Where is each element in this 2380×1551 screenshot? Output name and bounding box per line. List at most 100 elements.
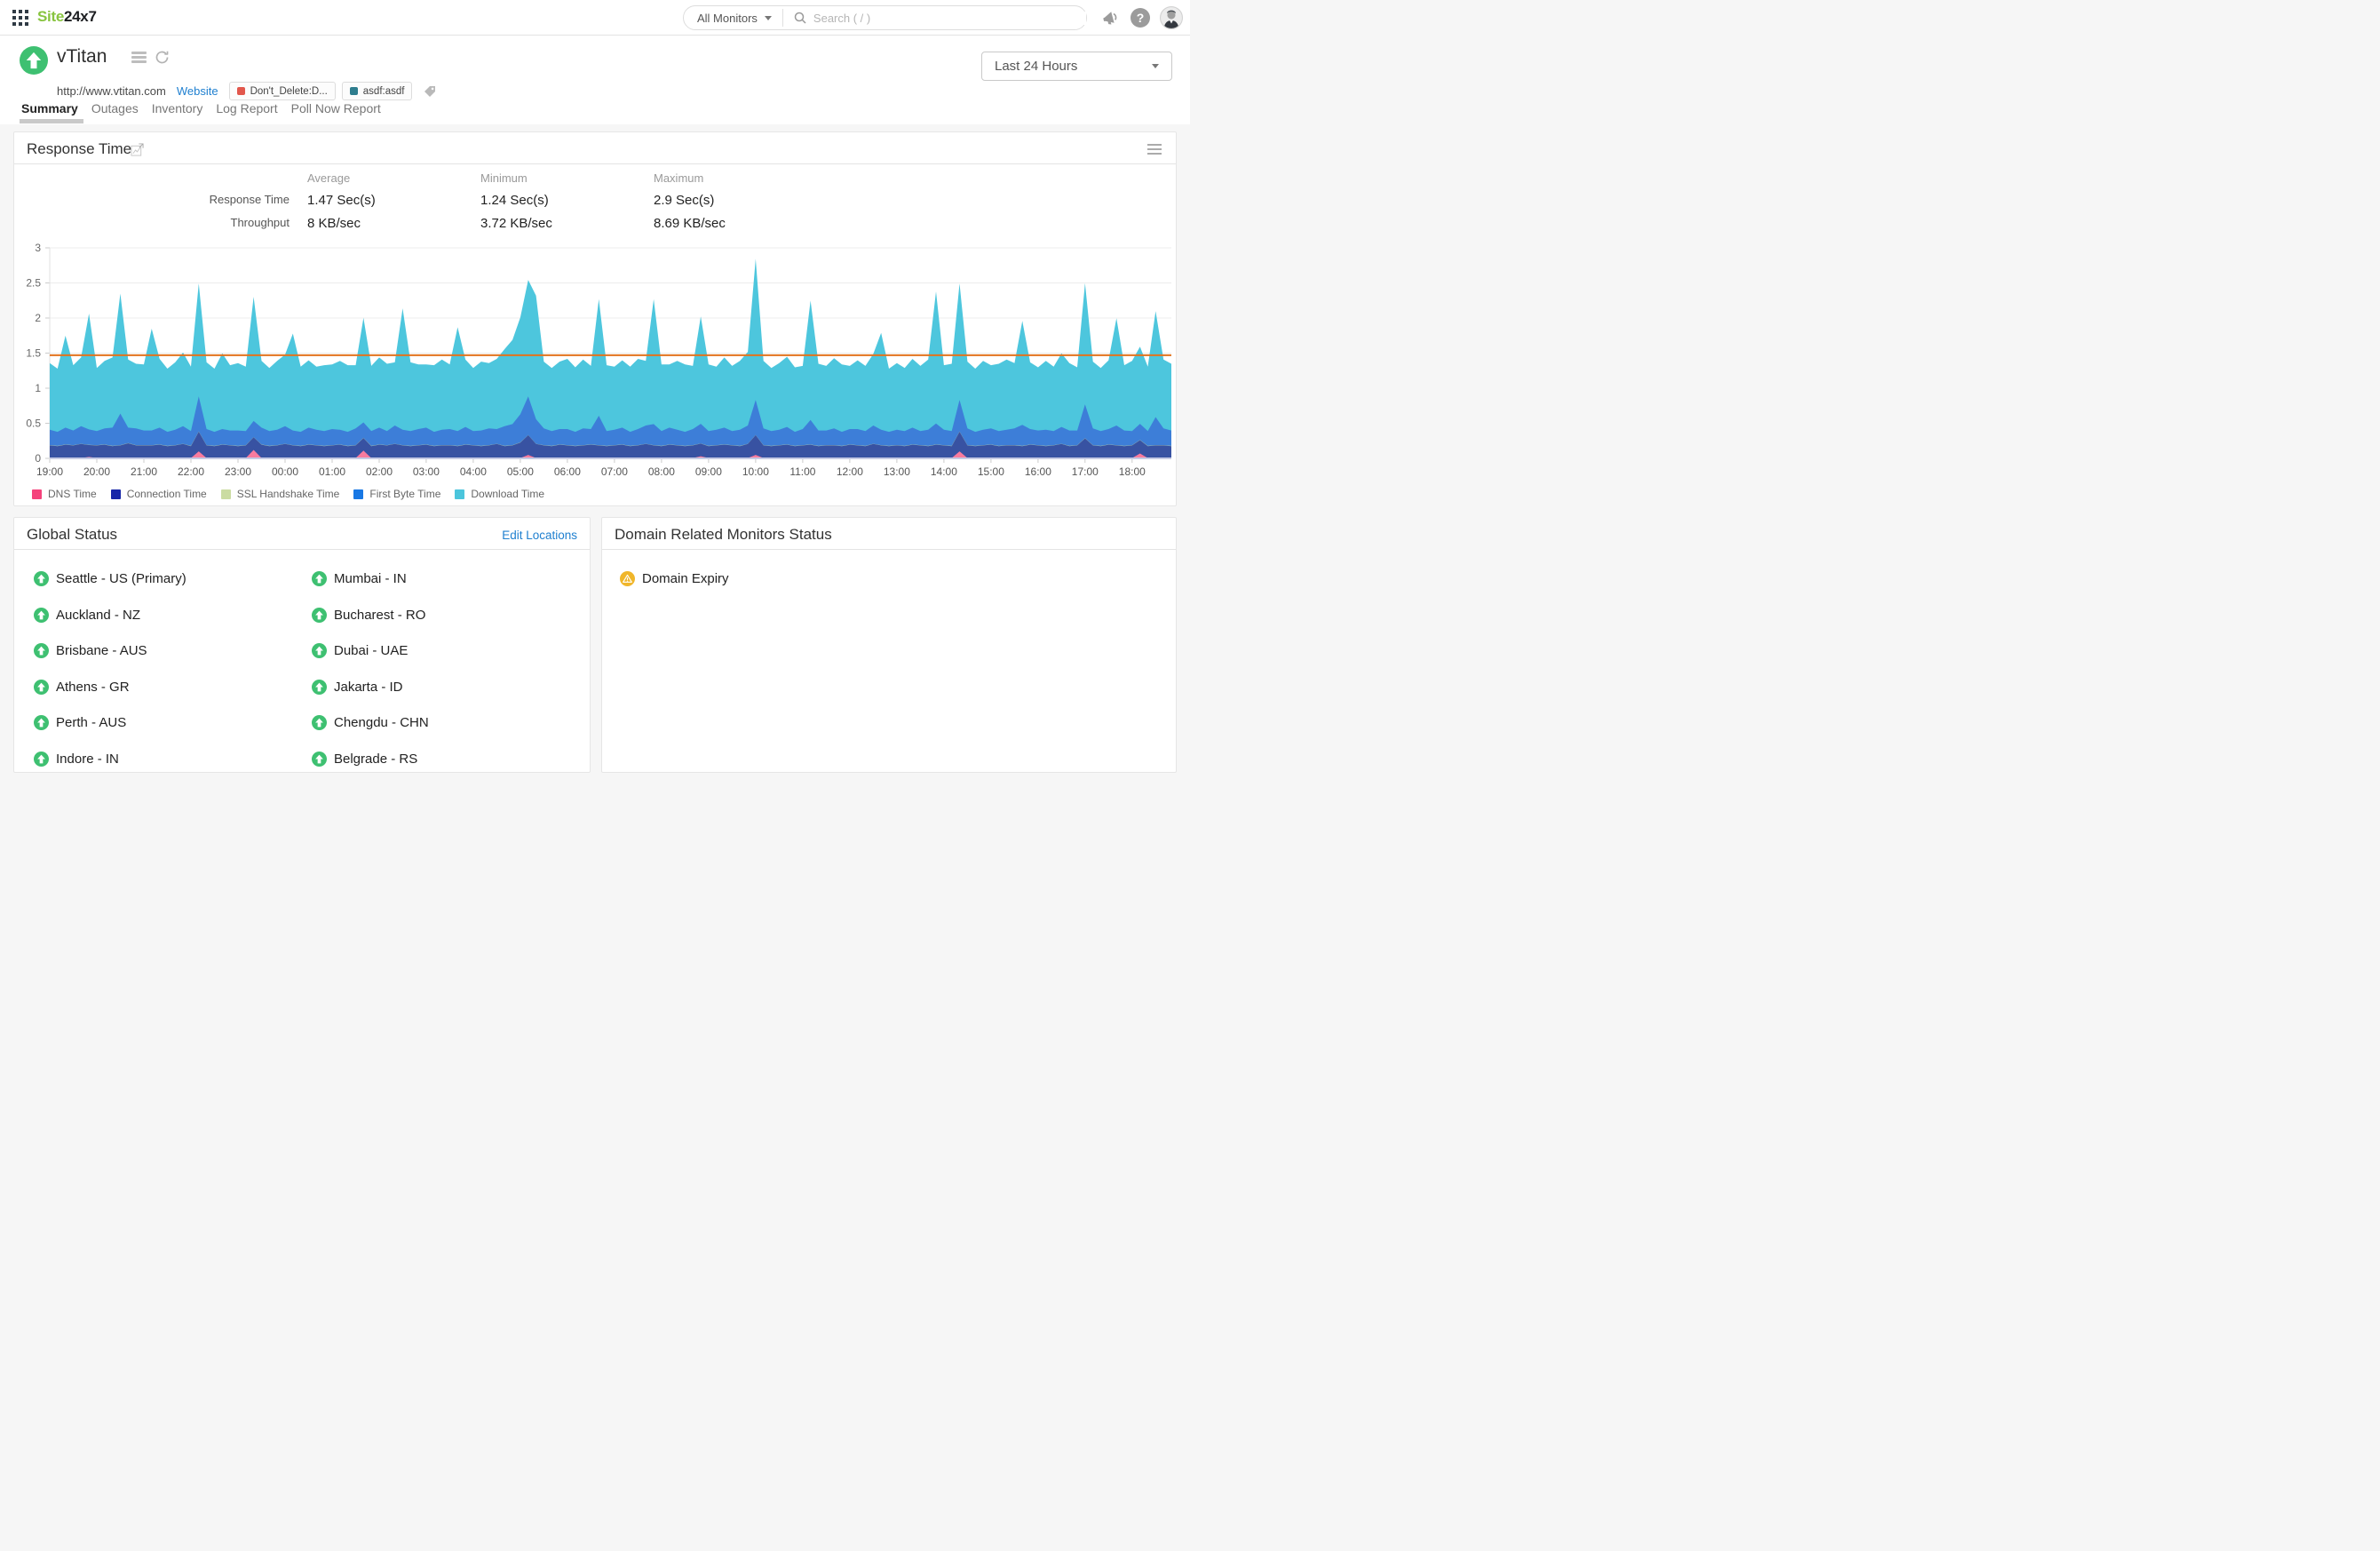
stats-col-header: Maximum: [636, 171, 809, 185]
topbar: Site24x7 All Monitors ?: [0, 0, 1190, 36]
x-axis-tick-label: 19:00: [36, 465, 63, 478]
tab-bar: Summary Outages Inventory Log Report Poll No…: [21, 101, 394, 123]
location-label: Belgrade - RS: [334, 752, 417, 767]
global-search-bar: All Monitors: [683, 5, 1087, 30]
x-axis-tick-label: 17:00: [1072, 465, 1099, 478]
location-label: Bucharest - RO: [334, 608, 425, 623]
help-icon[interactable]: ?: [1130, 7, 1151, 28]
chevron-down-icon: [765, 16, 772, 20]
x-axis-tick-label: 23:00: [225, 465, 251, 478]
x-axis-tick-label: 03:00: [413, 465, 440, 478]
location-label: Auckland - NZ: [56, 608, 140, 623]
x-axis-tick-label: 15:00: [978, 465, 1004, 478]
search-icon: [794, 12, 806, 24]
location-label: Seattle - US (Primary): [56, 571, 186, 586]
location-item[interactable]: Bucharest - RO: [312, 608, 429, 623]
monitor-filter-dropdown[interactable]: All Monitors: [684, 6, 782, 29]
legend-item-ssl-handshake-time[interactable]: SSL Handshake Time: [221, 488, 340, 500]
status-up-icon: [312, 571, 327, 586]
x-axis-tick-label: 13:00: [884, 465, 910, 478]
time-range-select[interactable]: Last 24 Hours: [981, 52, 1172, 81]
x-axis-tick-label: 02:00: [366, 465, 393, 478]
user-avatar[interactable]: [1160, 6, 1183, 29]
status-up-icon: [34, 715, 49, 730]
tab-summary[interactable]: Summary: [21, 101, 78, 123]
x-axis-tick-label: 22:00: [178, 465, 204, 478]
x-axis-tick-label: 11:00: [789, 465, 815, 478]
monitor-url: http://www.vtitan.com: [57, 84, 166, 98]
x-axis-tick-label: 05:00: [507, 465, 534, 478]
x-axis-tick-label: 06:00: [554, 465, 581, 478]
y-axis-tick-label: 0.5: [26, 418, 41, 430]
legend-item-download-time[interactable]: Download Time: [455, 488, 544, 500]
status-up-icon: [312, 752, 327, 767]
location-item[interactable]: Athens - GR: [34, 680, 186, 695]
edit-locations-link[interactable]: Edit Locations: [502, 529, 577, 542]
locations-column-1: Seattle - US (Primary) Auckland - NZ Brisb…: [34, 571, 186, 787]
location-item[interactable]: Brisbane - AUS: [34, 643, 186, 658]
announcements-icon[interactable]: [1100, 7, 1122, 28]
location-item[interactable]: Dubai - UAE: [312, 643, 429, 658]
location-item[interactable]: Mumbai - IN: [312, 571, 429, 586]
legend-item-connection-time[interactable]: Connection Time: [111, 488, 207, 500]
legend-item-first-byte-time[interactable]: First Byte Time: [353, 488, 440, 500]
stats-row-label: Response Time: [67, 193, 290, 208]
locations-column-2: Mumbai - IN Bucharest - RO Dubai - UAE Jaka…: [312, 571, 429, 787]
response-time-header: Response Time: [14, 132, 1176, 164]
location-label: Domain Expiry: [642, 571, 729, 586]
tab-poll-now-report[interactable]: Poll Now Report: [291, 101, 381, 123]
legend-swatch: [111, 489, 121, 499]
x-axis-tick-label: 12:00: [837, 465, 863, 478]
app-grid-icon[interactable]: [12, 10, 28, 26]
location-item[interactable]: Indore - IN: [34, 752, 186, 767]
tab-inventory[interactable]: Inventory: [152, 101, 203, 123]
domain-monitors-panel: Domain Related Monitors Status Domain Ex…: [601, 517, 1177, 773]
monitor-tag[interactable]: Don't_Delete:D...: [229, 82, 336, 100]
stats-col-header: Average: [290, 171, 463, 185]
search-input[interactable]: [813, 12, 1086, 25]
stats-value: 8.69 KB/sec: [636, 216, 809, 231]
tab-outages[interactable]: Outages: [91, 101, 139, 123]
legend-swatch: [455, 489, 464, 499]
location-item[interactable]: Domain Expiry: [620, 571, 729, 586]
expand-chart-icon[interactable]: [131, 143, 144, 156]
status-up-icon: [20, 46, 48, 75]
location-item[interactable]: Perth - AUS: [34, 715, 186, 730]
location-item[interactable]: Chengdu - CHN: [312, 715, 429, 730]
response-time-chart[interactable]: 00.511.522.5319:0020:0021:0022:0023:0000…: [14, 239, 1178, 481]
chart-menu-icon[interactable]: [1147, 144, 1162, 155]
location-label: Perth - AUS: [56, 715, 126, 730]
panel-title: Response Time: [27, 140, 131, 158]
monitor-type-link[interactable]: Website: [177, 84, 218, 98]
response-stats-table: AverageMinimumMaximum Response Time1.47 S…: [67, 171, 809, 231]
tab-log-report[interactable]: Log Report: [216, 101, 277, 123]
location-item[interactable]: Seattle - US (Primary): [34, 571, 186, 586]
x-axis-tick-label: 01:00: [319, 465, 345, 478]
domain-panel-header: Domain Related Monitors Status: [602, 518, 1176, 550]
x-axis-tick-label: 10:00: [742, 465, 769, 478]
location-item[interactable]: Belgrade - RS: [312, 752, 429, 767]
site24x7-logo[interactable]: Site24x7: [37, 8, 97, 26]
location-label: Mumbai - IN: [334, 571, 407, 586]
monitor-menu-icon[interactable]: [131, 52, 147, 64]
response-time-panel: Response Time AverageMinimumMaximum Respo…: [13, 131, 1177, 506]
x-axis-tick-label: 21:00: [131, 465, 157, 478]
location-item[interactable]: Jakarta - ID: [312, 680, 429, 695]
location-item[interactable]: Auckland - NZ: [34, 608, 186, 623]
global-status-panel: Global Status Edit Locations Seattle - U…: [13, 517, 591, 773]
refresh-icon[interactable]: [155, 50, 170, 65]
domain-monitor-list: Domain Expiry: [620, 571, 729, 608]
legend-item-dns-time[interactable]: DNS Time: [32, 488, 97, 500]
tag-icon[interactable]: [423, 84, 437, 99]
response-time-chart-svg[interactable]: 00.511.522.5319:0020:0021:0022:0023:0000…: [14, 239, 1178, 481]
y-axis-tick-label: 1: [35, 382, 41, 394]
monitor-tag[interactable]: asdf:asdf: [342, 82, 413, 100]
tag-list: Don't_Delete:D... asdf:asdf: [229, 82, 413, 100]
stats-value: 1.47 Sec(s): [290, 193, 463, 208]
monitor-name: vTitan: [57, 46, 107, 68]
stats-col-header: Minimum: [463, 171, 636, 185]
x-axis-tick-label: 20:00: [83, 465, 110, 478]
status-up-icon: [312, 680, 327, 695]
svg-text:?: ?: [1137, 11, 1145, 25]
location-label: Jakarta - ID: [334, 680, 403, 695]
